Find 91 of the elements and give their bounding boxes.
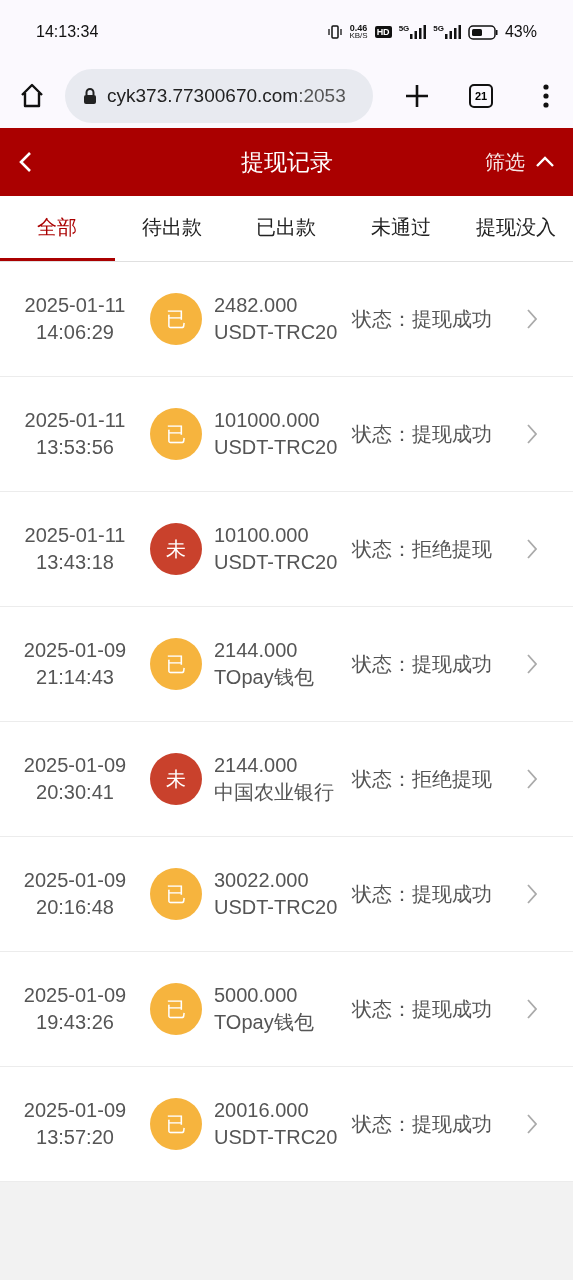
status-text: 提现成功: [412, 1112, 492, 1137]
record-date: 2025-01-09: [23, 1098, 127, 1123]
record-time: 13:43:18: [36, 550, 114, 575]
record-date: 2025-01-09: [23, 868, 127, 893]
status-time: 14:13:34: [36, 22, 99, 42]
chevron-right-icon: [527, 1114, 537, 1134]
tab[interactable]: 待出款: [114, 196, 230, 261]
status-badge: 未: [150, 523, 202, 575]
lock-icon: [83, 87, 97, 105]
tab[interactable]: 提现没入: [458, 196, 573, 261]
plus-icon[interactable]: [405, 84, 429, 108]
record-time: 13:57:20: [36, 1125, 114, 1150]
status-text: 提现成功: [412, 652, 492, 677]
address-bar[interactable]: cyk373.77300670.com:2053: [65, 69, 373, 123]
record-method: USDT-TRC20: [214, 550, 339, 575]
status-text: 提现成功: [412, 882, 492, 907]
status-label: 状态：: [352, 537, 412, 562]
tab[interactable]: 已出款: [229, 196, 344, 261]
status-text: 拒绝提现: [412, 537, 492, 562]
status-label: 状态：: [352, 307, 412, 332]
back-icon[interactable]: [18, 151, 32, 173]
record-amount: 2144.000: [214, 638, 299, 663]
chevron-up-icon[interactable]: [535, 156, 555, 168]
status-badge: 未: [150, 753, 202, 805]
vibrate-icon: [328, 25, 343, 39]
record-time: 14:06:29: [36, 320, 114, 345]
record-time: 19:43:26: [36, 1010, 114, 1035]
record-date: 2025-01-11: [24, 293, 126, 318]
record-date: 2025-01-09: [23, 983, 127, 1008]
status-label: 状态：: [352, 997, 412, 1022]
record-row[interactable]: 2025-01-09 21:14:43 已 2144.000 TOpay钱包 状态：提现成功: [0, 607, 573, 722]
status-text: 提现成功: [412, 422, 492, 447]
status-label: 状态：: [352, 652, 412, 677]
record-amount: 20016.000: [214, 1098, 310, 1123]
page-title: 提现记录: [240, 147, 333, 177]
filter-button[interactable]: 筛选: [485, 147, 525, 177]
record-method: USDT-TRC20: [214, 895, 339, 920]
record-method: USDT-TRC20: [214, 1125, 339, 1150]
chevron-right-icon: [527, 424, 537, 444]
chevron-right-icon: [527, 769, 537, 789]
record-method: USDT-TRC20: [214, 435, 339, 460]
url-text: cyk373.77300670.com:2053: [107, 83, 346, 108]
record-method: TOpay钱包: [214, 1010, 315, 1035]
chevron-right-icon: [527, 654, 537, 674]
chevron-right-icon: [527, 309, 537, 329]
battery-percent: 43%: [504, 22, 537, 42]
status-badge: 已: [150, 868, 202, 920]
record-method: 中国农业银行: [214, 780, 335, 805]
chevron-right-icon: [527, 539, 537, 559]
signal-icon: [410, 25, 427, 39]
record-date: 2025-01-11: [24, 408, 126, 433]
more-icon[interactable]: [543, 84, 549, 108]
record-method: TOpay钱包: [214, 665, 315, 690]
record-date: 2025-01-09: [23, 638, 127, 663]
signal-icon: [444, 25, 461, 39]
chevron-right-icon: [527, 999, 537, 1019]
record-time: 20:16:48: [36, 895, 114, 920]
status-badge: 已: [150, 408, 202, 460]
record-date: 2025-01-09: [23, 753, 127, 778]
network-type: 5G: [398, 25, 410, 33]
status-label: 状态：: [352, 767, 412, 792]
chevron-right-icon: [527, 884, 537, 904]
record-method: USDT-TRC20: [214, 320, 339, 345]
record-amount: 10100.000: [214, 523, 310, 548]
status-badge: 已: [150, 293, 202, 345]
record-time: 20:30:41: [36, 780, 114, 805]
record-row[interactable]: 2025-01-09 19:43:26 已 5000.000 TOpay钱包 状态：提现成功: [0, 952, 573, 1067]
tab[interactable]: 未通过: [343, 196, 459, 261]
status-badge: 已: [150, 638, 202, 690]
status-text: 提现成功: [412, 997, 492, 1022]
record-amount: 2144.000: [214, 753, 299, 778]
record-amount: 2482.000: [214, 293, 299, 318]
status-badge: 已: [150, 983, 202, 1035]
record-time: 13:53:56: [36, 435, 114, 460]
network-speed: 0.46: [349, 24, 368, 32]
record-time: 21:14:43: [36, 665, 114, 690]
tab-count-button[interactable]: 21: [469, 84, 493, 108]
record-amount: 5000.000: [214, 983, 299, 1008]
status-text: 拒绝提现: [412, 767, 492, 792]
hd-badge: HD: [374, 26, 392, 38]
status-label: 状态：: [352, 422, 412, 447]
network-speed-unit: KB/S: [349, 32, 368, 40]
record-amount: 30022.000: [214, 868, 310, 893]
status-label: 状态：: [352, 1112, 412, 1137]
battery-icon: [467, 24, 498, 40]
record-amount: 101000.000: [214, 408, 321, 433]
record-date: 2025-01-11: [24, 523, 126, 548]
status-text: 提现成功: [412, 307, 492, 332]
status-label: 状态：: [352, 882, 412, 907]
network-type: 5G: [433, 25, 444, 33]
status-badge: 已: [150, 1098, 202, 1150]
